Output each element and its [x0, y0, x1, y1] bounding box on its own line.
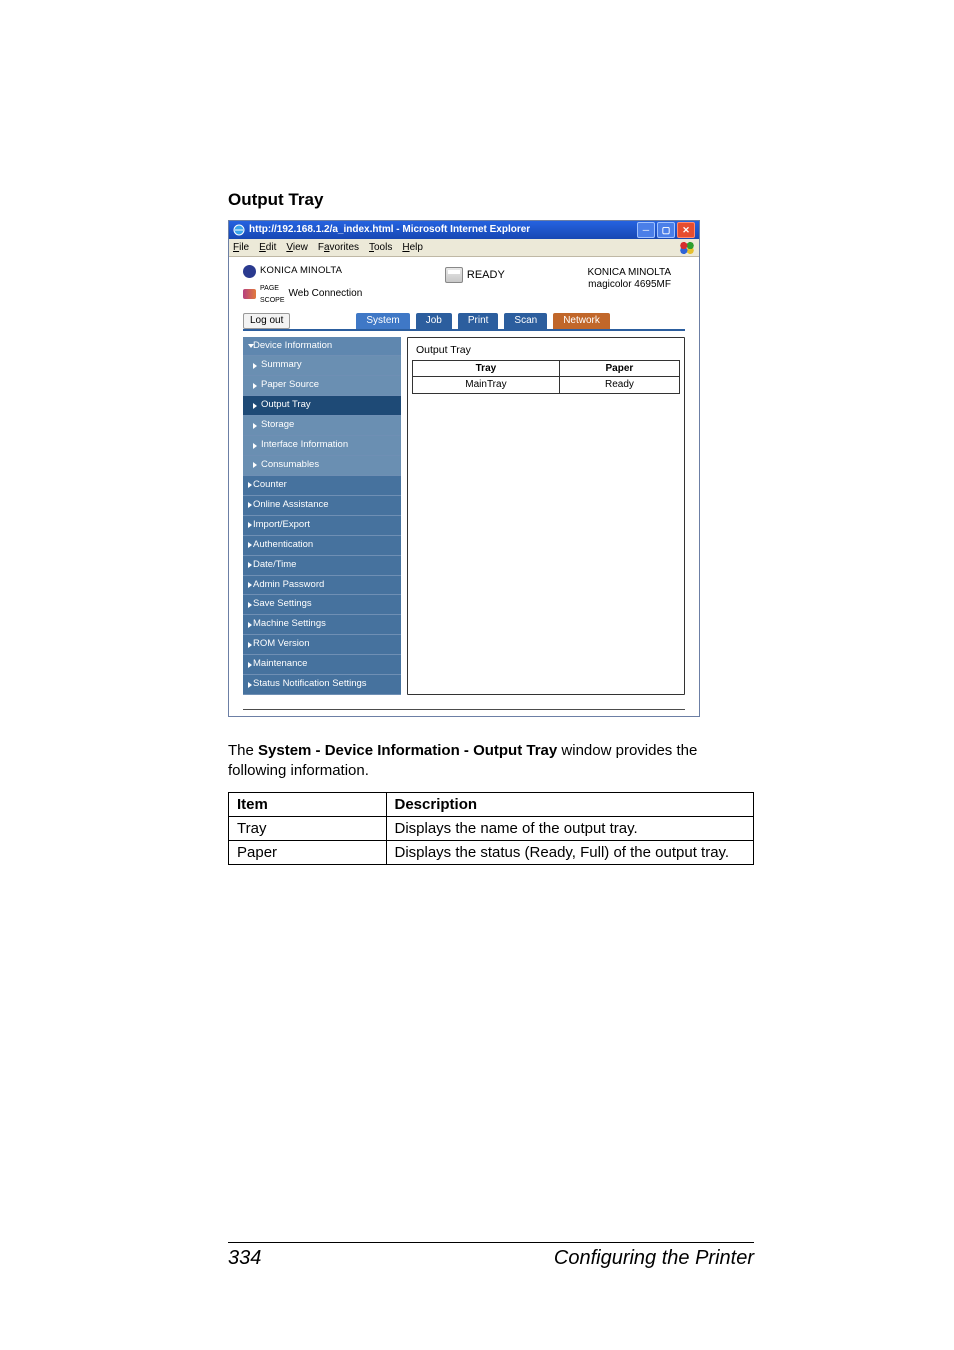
maximize-button[interactable]: ▢ [657, 222, 675, 238]
menu-file[interactable]: File [233, 242, 249, 254]
tab-system[interactable]: System [356, 313, 409, 329]
status-text: READY [467, 269, 505, 282]
table-row: Paper Displays the status (Ready, Full) … [229, 840, 754, 864]
section-heading: Output Tray [228, 190, 754, 210]
nav-online-assistance[interactable]: Online Assistance [243, 496, 401, 516]
menubar: File Edit View Favorites Tools Help [229, 239, 699, 257]
nav-save-settings[interactable]: Save Settings [243, 595, 401, 615]
nav-status-notification[interactable]: Status Notification Settings [243, 675, 401, 695]
menu-edit[interactable]: Edit [259, 242, 276, 254]
printer-icon [445, 267, 463, 283]
nav-date-time[interactable]: Date/Time [243, 556, 401, 576]
cell-desc: Displays the name of the output tray. [386, 816, 754, 840]
nav-consumables[interactable]: Consumables [243, 456, 401, 476]
nav-import-export[interactable]: Import/Export [243, 516, 401, 536]
pane-title: Output Tray [412, 344, 680, 360]
nav-machine-settings[interactable]: Machine Settings [243, 615, 401, 635]
cell-desc: Displays the status (Ready, Full) of the… [386, 840, 754, 864]
header-item: Item [229, 792, 387, 816]
sidebar-nav: Device Information Summary Paper Source … [243, 337, 401, 696]
nav-authentication[interactable]: Authentication [243, 536, 401, 556]
browser-window: http://192.168.1.2/a_index.html - Micros… [228, 220, 700, 717]
tab-print[interactable]: Print [458, 313, 499, 329]
cell-item: Tray [229, 816, 387, 840]
menu-tools[interactable]: Tools [369, 242, 392, 254]
tab-job[interactable]: Job [416, 313, 452, 329]
nav-summary[interactable]: Summary [243, 356, 401, 376]
nav-rom-version[interactable]: ROM Version [243, 635, 401, 655]
cell-tray: MainTray [413, 377, 560, 394]
description-paragraph: The System - Device Information - Output… [228, 741, 754, 782]
menu-favorites[interactable]: Favorites [318, 242, 359, 254]
tab-network[interactable]: Network [553, 313, 610, 329]
chapter-title: Configuring the Printer [554, 1247, 754, 1270]
menu-help[interactable]: Help [402, 242, 423, 254]
nav-counter[interactable]: Counter [243, 476, 401, 496]
menu-view[interactable]: View [286, 242, 308, 254]
table-row: Tray Displays the name of the output tra… [229, 816, 754, 840]
col-tray: Tray [413, 360, 560, 377]
ie-icon [233, 224, 245, 236]
header-description: Description [386, 792, 754, 816]
output-tray-table: Tray Paper MainTray Ready [412, 360, 680, 394]
nav-paper-source[interactable]: Paper Source [243, 376, 401, 396]
nav-maintenance[interactable]: Maintenance [243, 655, 401, 675]
webconn-label: PAGESCOPE [260, 282, 285, 305]
nav-device-info[interactable]: Device Information [243, 337, 401, 357]
nav-output-tray[interactable]: Output Tray [243, 396, 401, 416]
nav-storage[interactable]: Storage [243, 416, 401, 436]
cell-item: Paper [229, 840, 387, 864]
window-title: http://192.168.1.2/a_index.html - Micros… [249, 224, 530, 236]
tab-scan[interactable]: Scan [504, 313, 547, 329]
nav-interface-info[interactable]: Interface Information [243, 436, 401, 456]
minimize-button[interactable]: ─ [637, 222, 655, 238]
web-connection-label: Web Connection [289, 288, 363, 300]
pagescope-icon [243, 289, 256, 299]
brand-maker: KONICA MINOLTA [260, 266, 342, 277]
titlebar: http://192.168.1.2/a_index.html - Micros… [229, 221, 699, 239]
table-row: MainTray Ready [413, 377, 680, 394]
col-paper: Paper [559, 360, 679, 377]
model-maker: KONICA MINOLTA [587, 267, 671, 279]
km-logo-icon [243, 265, 256, 278]
content-pane: Output Tray Tray Paper MainTray Ready [407, 337, 685, 696]
device-status: READY [445, 267, 505, 283]
logout-button[interactable]: Log out [243, 313, 290, 329]
description-table: Item Description Tray Displays the name … [228, 792, 754, 865]
model-name: magicolor 4695MF [587, 279, 671, 291]
brand-block: KONICA MINOLTA PAGESCOPE Web Connection [243, 265, 362, 305]
nav-admin-password[interactable]: Admin Password [243, 576, 401, 596]
page-number: 334 [228, 1247, 261, 1270]
cell-paper: Ready [559, 377, 679, 394]
close-button[interactable]: ✕ [677, 222, 695, 238]
windows-flag-icon [679, 242, 695, 254]
footer-separator [243, 709, 685, 710]
tabs-underline [243, 329, 685, 331]
